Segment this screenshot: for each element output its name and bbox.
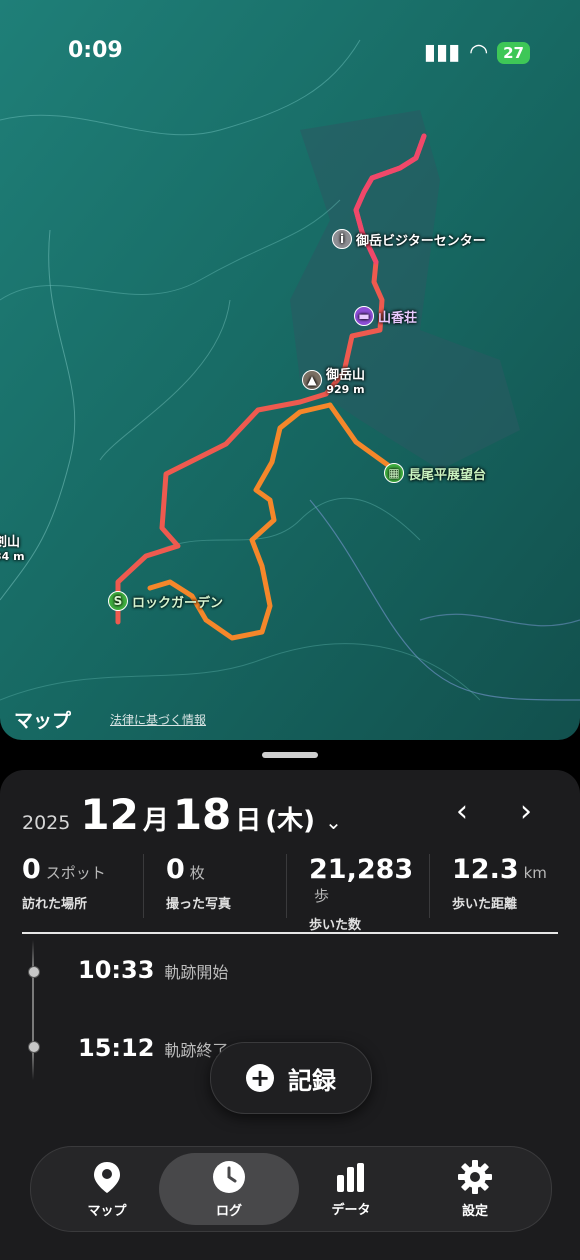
- poi-visitor-center[interactable]: i 御岳ビジターセンター: [332, 229, 486, 249]
- map-view[interactable]: 0:09 ▮▮▮ ◠ 27 i 御岳ビジターセンター ▬ 山香荘 ▲ 御岳山 9…: [0, 0, 580, 740]
- poi-label: 御岳ビジターセンター: [356, 233, 486, 249]
- month-unit: 月: [142, 806, 169, 836]
- year: 2025: [22, 812, 71, 834]
- chevron-right-icon: ›: [520, 794, 532, 829]
- signal-icon: ▮▮▮: [423, 40, 461, 65]
- timeline-dot: [28, 1041, 40, 1053]
- chevron-left-icon: ‹: [456, 794, 468, 829]
- poi-label: 山香荘: [378, 310, 418, 326]
- tab-log[interactable]: ログ: [159, 1153, 299, 1225]
- day: 18: [172, 790, 232, 839]
- status-time: 0:09: [68, 38, 123, 63]
- poi-sankoso[interactable]: ▬ 山香荘: [354, 306, 417, 326]
- poi-mitakesan[interactable]: ▲ 御岳山 929 m: [302, 364, 365, 396]
- tab-settings[interactable]: 設定: [405, 1153, 545, 1225]
- pin-icon: [94, 1161, 120, 1193]
- plus-icon: +: [246, 1064, 274, 1092]
- record-label: 記録: [288, 1066, 336, 1095]
- poi-nagaodaira[interactable]: ▦ 長尾平展望台: [384, 463, 486, 483]
- divider: [22, 932, 558, 934]
- info-icon: i: [332, 229, 352, 249]
- stat-photos: 0枚 撮った写真: [143, 854, 286, 918]
- poi-label: ロックガーデン: [132, 595, 224, 611]
- gear-icon: [458, 1159, 492, 1194]
- weekday: (木): [265, 806, 316, 836]
- terrain-map: [0, 0, 580, 740]
- day-unit: 日: [235, 806, 262, 836]
- next-day-button[interactable]: ›: [520, 794, 532, 829]
- stat-steps: 21,283歩 歩いた数: [286, 854, 429, 933]
- record-button[interactable]: + 記録: [210, 1042, 372, 1114]
- battery-indicator: 27: [497, 41, 530, 64]
- tab-bar: マップ ログ データ 設定: [30, 1146, 552, 1232]
- previous-day-button[interactable]: ‹: [456, 794, 468, 829]
- bar-chart-icon: [337, 1162, 364, 1192]
- timeline-track: [32, 940, 34, 1080]
- timeline-dot: [28, 966, 40, 978]
- sheet-drag-handle[interactable]: [262, 752, 318, 758]
- apple-maps-logo: マップ: [14, 710, 72, 732]
- mountain-icon: ▲: [302, 370, 322, 390]
- binoculars-icon: ▦: [384, 463, 404, 483]
- legal-link[interactable]: 法律に基づく情報: [110, 711, 206, 728]
- month: 12: [80, 790, 139, 839]
- date-selector[interactable]: 2025 12 月 18 日 (木) ⌄: [22, 790, 342, 839]
- poi-rock-garden[interactable]: S ロックガーデン: [108, 591, 223, 611]
- bed-icon: ▬: [354, 306, 374, 326]
- timeline-item-start[interactable]: 10:33 軌跡開始: [78, 956, 228, 984]
- poi-partial[interactable]: 剣山 34 m: [0, 531, 25, 563]
- log-sheet: 2025 12 月 18 日 (木) ⌄ ‹ › 0 スポット 訪れた場所 0枚 …: [0, 770, 580, 1260]
- timeline-item-end[interactable]: 15:12 軌跡終了: [78, 1034, 228, 1062]
- poi-elevation: 929 m: [326, 383, 365, 396]
- chevron-down-icon: ⌄: [325, 810, 342, 834]
- clock-icon: [213, 1160, 245, 1193]
- trail-icon: S: [108, 591, 128, 611]
- stat-distance: 12.3 km 歩いた距離: [429, 854, 572, 918]
- tab-map[interactable]: マップ: [37, 1153, 177, 1225]
- poi-label: 御岳山: [326, 368, 366, 383]
- stats-row: 0 スポット 訪れた場所 0枚 撮った写真 21,283歩 歩いた数 12.3 km…: [0, 854, 580, 933]
- wifi-icon: ◠: [470, 40, 488, 65]
- stat-spots: 0 スポット 訪れた場所: [22, 854, 106, 912]
- poi-label: 長尾平展望台: [408, 467, 487, 483]
- status-icons: ▮▮▮ ◠ 27: [424, 40, 530, 65]
- poi-elevation: 34 m: [0, 550, 25, 563]
- poi-label: 剣山: [0, 535, 21, 550]
- tab-data[interactable]: データ: [281, 1153, 421, 1225]
